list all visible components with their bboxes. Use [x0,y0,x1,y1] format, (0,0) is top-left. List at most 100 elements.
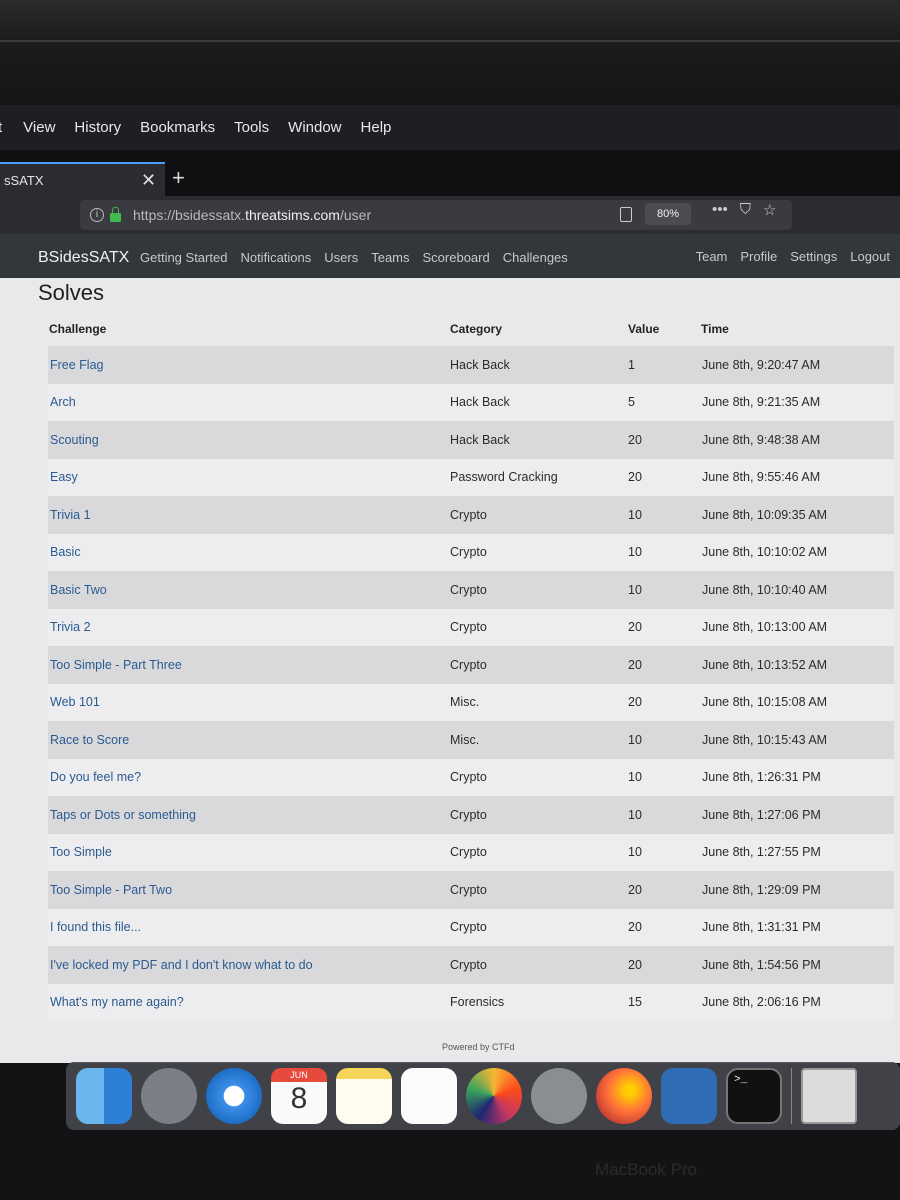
header-category: Category [450,322,503,336]
nav-profile[interactable]: Profile [740,249,777,264]
new-tab-icon[interactable]: + [172,167,185,189]
launchpad-icon[interactable] [141,1068,197,1124]
challenge-link[interactable]: Web 101 [50,695,100,709]
value-cell: 10 [628,732,642,747]
value-cell: 20 [628,470,642,485]
address-bar[interactable]: i https://bsidessatx.threatsims.com/user… [80,200,792,230]
menu-item-file-partial[interactable]: t [0,119,2,136]
challenge-link[interactable]: Taps or Dots or something [50,808,196,822]
site-navbar: BSidesSATX Getting Started Notifications… [0,234,900,278]
reminders-icon[interactable] [401,1068,457,1124]
reader-view-icon[interactable] [620,207,632,222]
menu-item-view[interactable]: View [23,119,55,136]
preview-icon[interactable] [801,1068,857,1124]
table-row: Trivia 2 Crypto 20 June 8th, 10:13:00 AM [48,608,894,646]
finder-icon[interactable] [76,1068,132,1124]
nav-notifications[interactable]: Notifications [240,250,311,265]
nav-challenges[interactable]: Challenges [503,250,568,265]
category-cell: Crypto [450,807,487,822]
challenge-link[interactable]: Too Simple - Part Three [50,658,182,672]
category-cell: Hack Back [450,357,510,372]
time-cell: June 8th, 2:06:16 PM [702,995,821,1010]
challenge-link[interactable]: Trivia 2 [50,620,91,634]
page-title: Solves [38,280,105,305]
challenge-link[interactable]: What's my name again? [50,995,184,1009]
nav-logout[interactable]: Logout [850,249,890,264]
notes-icon[interactable] [336,1068,392,1124]
bookmark-star-icon[interactable]: ☆ [763,201,776,219]
pocket-icon[interactable]: ⛉ [740,201,751,219]
time-cell: June 8th, 9:20:47 AM [702,357,821,372]
value-cell: 20 [628,957,642,972]
category-cell: Hack Back [450,395,510,410]
challenge-link[interactable]: Basic [50,545,81,559]
nav-getting-started[interactable]: Getting Started [140,250,227,265]
category-cell: Crypto [450,957,487,972]
challenge-link[interactable]: I found this file... [50,920,141,934]
header-value: Value [628,322,660,336]
time-cell: June 8th, 1:54:56 PM [702,957,821,972]
challenge-link[interactable]: Too Simple - Part Two [50,883,172,897]
menu-item-tools[interactable]: Tools [234,119,269,136]
value-cell: 20 [628,432,642,447]
virtualbox-icon[interactable] [661,1068,717,1124]
macbook-label: MacBook Pro [595,1160,698,1179]
zoom-level-button[interactable]: 80% [645,203,691,225]
browser-tab-active[interactable]: sSATX ✕ [0,162,165,196]
tab-close-icon[interactable]: ✕ [141,170,156,191]
challenge-link[interactable]: Basic Two [50,583,107,597]
challenge-link[interactable]: Do you feel me? [50,770,141,784]
system-preferences-icon[interactable] [531,1068,587,1124]
category-cell: Crypto [450,582,487,597]
time-cell: June 8th, 1:27:55 PM [702,845,821,860]
time-cell: June 8th, 10:10:02 AM [702,545,828,560]
nav-users[interactable]: Users [324,250,358,265]
page-actions-icon[interactable]: ••• [712,201,728,219]
site-brand[interactable]: BSidesSATX [38,249,129,267]
nav-team[interactable]: Team [696,249,728,264]
site-nav-right: Team Profile Settings Logout [696,249,890,264]
photos-icon[interactable] [466,1068,522,1124]
tab-title: sSATX [4,172,44,188]
time-cell: June 8th, 10:13:00 AM [702,620,828,635]
site-info-icon[interactable]: i [90,208,104,222]
terminal-icon[interactable] [726,1068,782,1124]
challenge-link[interactable]: Trivia 1 [50,508,91,522]
dock-separator [791,1068,792,1124]
challenge-link[interactable]: Easy [50,470,78,484]
time-cell: June 8th, 10:15:43 AM [702,732,828,747]
calendar-icon[interactable]: JUN 8 [271,1068,327,1124]
nav-scoreboard[interactable]: Scoreboard [423,250,490,265]
url-text[interactable]: https://bsidessatx.threatsims.com/user [133,207,371,223]
challenge-link[interactable]: I've locked my PDF and I don't know what… [50,958,313,972]
challenge-link[interactable]: Free Flag [50,358,104,372]
nav-settings[interactable]: Settings [790,249,837,264]
safari-icon[interactable] [206,1068,262,1124]
challenge-link[interactable]: Race to Score [50,733,129,747]
category-cell: Password Cracking [450,470,558,485]
menu-item-window[interactable]: Window [288,119,341,136]
challenge-link[interactable]: Arch [50,395,76,409]
value-cell: 15 [628,995,642,1010]
table-row: What's my name again? Forensics 15 June 8th… [48,983,894,1021]
time-cell: June 8th, 1:31:31 PM [702,920,821,935]
table-row: Easy Password Cracking 20 June 8th, 9:55:46… [48,458,894,496]
value-cell: 10 [628,582,642,597]
challenge-link[interactable]: Scouting [50,433,99,447]
browser-tab-strip: sSATX ✕ + [0,150,900,196]
firefox-icon[interactable] [596,1068,652,1124]
value-cell: 1 [628,357,635,372]
laptop-bezel [0,0,900,105]
table-row: Do you feel me? Crypto 10 June 8th, 1:26:31… [48,758,894,796]
mac-menu-bar: t View History Bookmarks Tools Window He… [0,105,900,150]
value-cell: 20 [628,657,642,672]
nav-teams[interactable]: Teams [371,250,409,265]
table-row: Basic Two Crypto 10 June 8th, 10:10:40 AM [48,571,894,609]
menu-item-bookmarks[interactable]: Bookmarks [140,119,215,136]
powered-by-footer[interactable]: Powered by CTFd [442,1042,515,1052]
challenge-link[interactable]: Too Simple [50,845,112,859]
menu-item-history[interactable]: History [74,119,121,136]
time-cell: June 8th, 1:26:31 PM [702,770,821,785]
menu-item-help[interactable]: Help [361,119,392,136]
value-cell: 10 [628,845,642,860]
